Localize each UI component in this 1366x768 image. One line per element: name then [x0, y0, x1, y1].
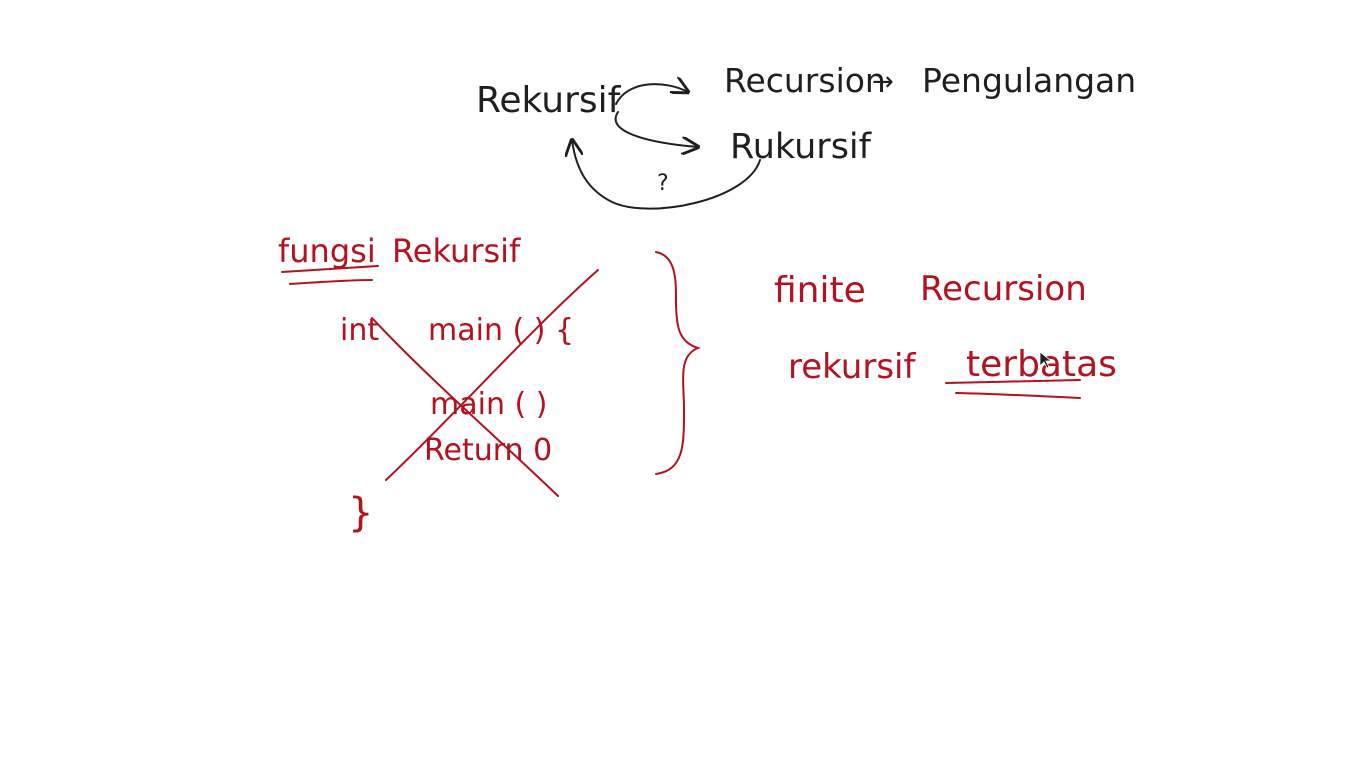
word-rukursif: Rukursif	[730, 127, 872, 167]
curve-to-rukursif-arrow	[614, 111, 698, 147]
large-right-brace	[655, 251, 702, 475]
code-return: Return 0	[424, 433, 552, 468]
top-concept-map: Rekursif Recursion → Pengulangan Rukursi…	[476, 61, 1136, 196]
whiteboard-canvas: Rekursif Recursion → Pengulangan Rukursi…	[0, 0, 1366, 768]
heading-rekursif: Rekursif	[392, 232, 521, 270]
word-recursion-red: Recursion	[920, 269, 1087, 309]
heading-underline-second	[289, 279, 373, 285]
handwriting-layer: Rekursif Recursion → Pengulangan Rukursi…	[278, 61, 1136, 536]
terbatas-underline-second	[955, 392, 1081, 399]
question-mark: ?	[657, 171, 669, 196]
arrow-symbol: →	[872, 67, 894, 97]
heading-fungsi: fungsi	[278, 232, 376, 270]
curve-to-recursion-arrow	[615, 84, 688, 105]
word-rekursif-red: rekursif	[788, 347, 916, 387]
left-code-section: fungsi Rekursif int main ( ) { main ( ) …	[278, 232, 574, 536]
code-main-declaration: main ( ) {	[428, 313, 574, 348]
right-definition-section: finite Recursion rekursif terbatas	[774, 269, 1117, 387]
word-rekursif: Rekursif	[476, 80, 622, 121]
word-finite: finite	[774, 270, 866, 311]
code-close-brace: }	[348, 490, 373, 536]
word-recursion: Recursion	[724, 61, 886, 100]
word-pengulangan: Pengulangan	[922, 61, 1136, 100]
